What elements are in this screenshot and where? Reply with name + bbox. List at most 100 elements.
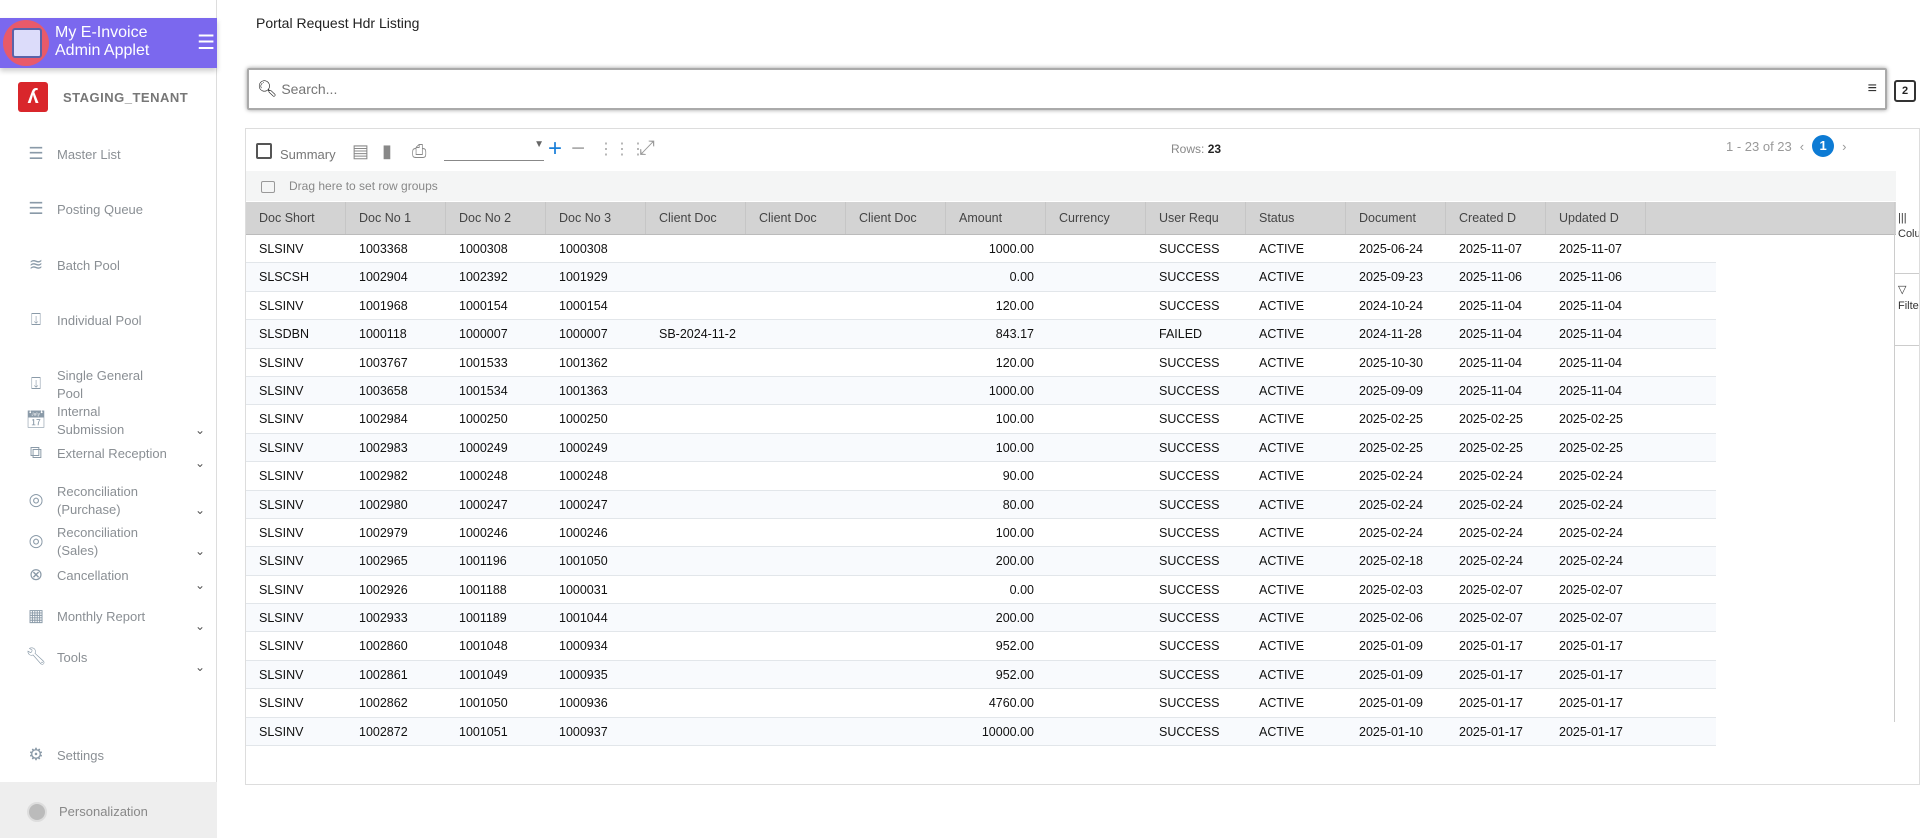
filter-icon: ▽ [1898, 284, 1907, 296]
tenant-logo: ʎ [18, 82, 48, 112]
table-cell: 1003658 [359, 383, 408, 398]
column-header[interactable]: Client Doc [646, 202, 746, 234]
file-icon[interactable]: ▮ [382, 141, 392, 162]
sidebar-item-settings[interactable]: ⚙ Settings [25, 746, 205, 766]
remove-icon[interactable]: − [571, 135, 585, 163]
table-cell [646, 377, 746, 404]
table-cell: 1000247 [559, 497, 608, 512]
table-row[interactable]: SLSINV 1001968 1000154 1000154 120.00 SUCCESS… [246, 292, 1716, 321]
sidebar-item-reconciliation-sales[interactable]: ◎ Reconciliation (Sales) ⌄ [25, 524, 205, 560]
chevron-down-icon[interactable]: ⌄ [195, 501, 205, 519]
sidebar-item-personalization[interactable]: Personalization [0, 782, 217, 838]
table-row[interactable]: SLSINV 1002965 1001196 1001050 200.00 SUCCESS… [246, 547, 1716, 576]
sidebar-item-posting-queue[interactable]: ☰ Posting Queue [25, 200, 205, 220]
table-cell: 2025-11-04 [1459, 298, 1523, 313]
calendar-refresh-icon: 📅︎ [25, 410, 47, 429]
column-header[interactable]: Amount [946, 202, 1046, 234]
column-header[interactable]: Created D [1446, 202, 1546, 234]
column-header[interactable]: Doc No 1 [346, 202, 446, 234]
table-row[interactable]: SLSINV 1003767 1001533 1001362 120.00 SUCCESS… [246, 349, 1716, 377]
table-cell: SLSINV [259, 724, 304, 739]
table-cell: 2025-11-04 [1559, 383, 1623, 398]
table-cell: 2025-02-06 [1359, 611, 1423, 626]
column-header[interactable]: Status [1246, 202, 1346, 234]
export-document-icon[interactable]: ▤ [352, 141, 369, 162]
search-input[interactable] [281, 81, 1868, 97]
chevron-down-icon[interactable]: ⌄ [195, 617, 205, 635]
chevron-down-icon[interactable]: ⌄ [195, 576, 205, 594]
table-row[interactable]: SLSINV 1002861 1001049 1000935 952.00 SUCCESS… [246, 660, 1716, 690]
table-cell: SLSINV [259, 667, 304, 682]
table-cell: 2025-02-25 [1559, 440, 1623, 455]
table-row[interactable]: SLSCSH 1002904 1002392 1001929 0.00 SUCCESS AC… [246, 263, 1716, 292]
columns-panel-tab[interactable]: |||Columns [1895, 202, 1919, 274]
sidebar-item-tools[interactable]: 🔧︎ Tools ⌄ [25, 648, 205, 675]
sidebar-item-external-reception[interactable]: ⧉ External Reception ⌄ [25, 444, 205, 471]
table-cell [846, 320, 946, 347]
table-row[interactable]: SLSINV 1002872 1001051 1000937 10000.00 SUCCE… [246, 717, 1716, 747]
expand-icon[interactable]: ⤢ [639, 137, 655, 160]
table-cell [1046, 632, 1146, 659]
table-cell [846, 632, 946, 659]
table-row[interactable]: SLSINV 1002860 1001048 1000934 952.00 SUCCESS… [246, 632, 1716, 661]
sidebar-item-single-general-pool[interactable]: ⍗ Single General Pool [25, 367, 205, 403]
row-group-dropzone[interactable]: Drag here to set row groups [246, 171, 1896, 201]
sidebar-item-master-list[interactable]: ☰ Master List [25, 145, 205, 165]
column-header[interactable]: User Requ [1146, 202, 1246, 234]
chevron-down-icon[interactable]: ⌄ [195, 542, 205, 560]
table-cell [746, 661, 846, 688]
sidebar-item-internal-submission[interactable]: 📅︎ Internal Submission ⌄ [25, 403, 205, 439]
table-cell: 1000250 [459, 412, 508, 427]
list-icon: ☰ [28, 199, 44, 218]
table-row[interactable]: SLSINV 1002982 1000248 1000248 90.00 SUCCESS A… [246, 462, 1716, 491]
table-cell: 1000935 [559, 667, 608, 682]
sidebar-item-reconciliation-purchase[interactable]: ◎ Reconciliation (Purchase) ⌄ [25, 483, 205, 519]
table-cell: SUCCESS [1159, 724, 1220, 739]
hamburger-menu-icon[interactable]: ☰ [197, 33, 215, 53]
column-header[interactable]: Client Doc [746, 202, 846, 234]
column-header[interactable]: Currency [1046, 202, 1146, 234]
page-1-button[interactable]: 1 [1812, 135, 1835, 157]
table-cell: ACTIVE [1259, 582, 1305, 597]
table-row[interactable]: SLSINV 1002980 1000247 1000247 80.00 SUCCESS A… [246, 490, 1716, 519]
table-row[interactable]: SLSINV 1003658 1001534 1001363 1000.00 SUCCES… [246, 376, 1716, 406]
summary-checkbox[interactable] [256, 143, 272, 159]
sidebar-item-cancellation[interactable]: ⊗ Cancellation ⌄ [25, 566, 205, 593]
table-cell [646, 718, 746, 745]
table-row[interactable]: SLSINV 1003368 1000308 1000308 1000.00 SUCCES… [246, 235, 1716, 264]
chevron-down-icon[interactable]: ⌄ [195, 454, 205, 472]
table-row[interactable]: SLSINV 1002983 1000249 1000249 100.00 SUCCESS… [246, 433, 1716, 463]
prev-page-icon[interactable]: ‹ [1800, 139, 1804, 154]
table-row[interactable]: SLSINV 1002933 1001189 1001044 200.00 SUCCESS… [246, 604, 1716, 633]
sidebar-item-batch-pool[interactable]: ≋ Batch Pool [25, 256, 205, 276]
table-row[interactable]: SLSINV 1002979 1000246 1000246 100.00 SUCCESS… [246, 519, 1716, 548]
column-header[interactable]: Doc No 2 [446, 202, 546, 234]
filters-panel-tab[interactable]: ▽Filters [1895, 274, 1919, 346]
next-page-icon[interactable]: › [1842, 139, 1846, 154]
chevron-down-icon[interactable]: ⌄ [195, 421, 205, 439]
table-cell [646, 405, 746, 432]
print-icon[interactable]: ⎙ [412, 141, 426, 162]
chevron-down-icon[interactable]: ⌄ [195, 658, 205, 676]
table-cell: 1001533 [459, 355, 508, 370]
table-cell: 1001048 [459, 639, 508, 654]
table-cell: 2025-02-03 [1359, 582, 1423, 597]
column-header[interactable]: Document [1346, 202, 1446, 234]
table-row[interactable]: SLSINV 1002926 1001188 1000031 0.00 SUCCESS AC… [246, 576, 1716, 605]
table-cell: 1000246 [459, 525, 508, 540]
filter-icon[interactable]: ≡ [1868, 80, 1877, 98]
copy-icon[interactable]: 2 [1894, 80, 1916, 102]
table-cell: SB-2024-11-2 [659, 327, 736, 342]
column-header[interactable]: Doc Short [246, 202, 346, 234]
column-header[interactable]: Doc No 3 [546, 202, 646, 234]
column-header[interactable]: Updated D [1546, 202, 1646, 234]
view-select[interactable]: ▼ [444, 139, 544, 161]
sidebar-item-monthly-report[interactable]: ▦ Monthly Report ⌄ [25, 607, 205, 634]
table-row[interactable]: SLSINV 1002984 1000250 1000250 100.00 SUCCESS… [246, 405, 1716, 434]
sidebar-item-individual-pool[interactable]: ⍗ Individual Pool [25, 311, 205, 331]
table-row[interactable]: SLSINV 1002862 1001050 1000936 4760.00 SUCCES… [246, 689, 1716, 718]
table-row[interactable]: SLSDBN 1000118 1000007 1000007 SB-2024-11-2 8… [246, 320, 1716, 349]
add-icon[interactable]: + [548, 135, 562, 163]
tenant-selector[interactable]: ʎ STAGING_TENANT [18, 82, 188, 112]
column-header[interactable]: Client Doc [846, 202, 946, 234]
